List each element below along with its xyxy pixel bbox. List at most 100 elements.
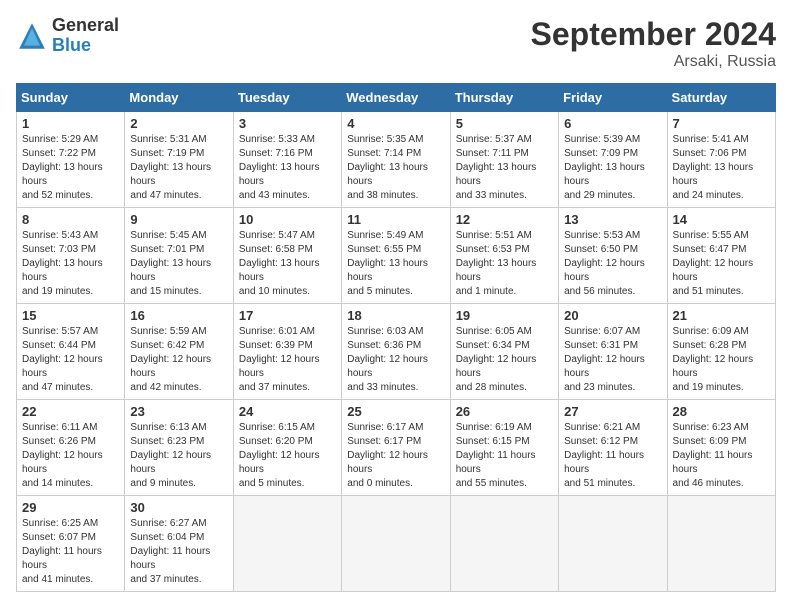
day-info: Sunrise: 5:37 AMSunset: 7:11 PMDaylight:… [456, 133, 553, 203]
calendar-week-row: 1 Sunrise: 5:29 AMSunset: 7:22 PMDaylight… [17, 112, 776, 208]
calendar-week-row: 29 Sunrise: 6:25 AMSunset: 6:07 PMDayligh… [17, 496, 776, 592]
day-number: 25 [347, 404, 444, 419]
calendar-table: Sunday Monday Tuesday Wednesday Thursday… [16, 83, 776, 592]
day-info: Sunrise: 6:23 AMSunset: 6:09 PMDaylight:… [673, 421, 770, 491]
col-wednesday: Wednesday [342, 84, 450, 112]
day-number: 18 [347, 308, 444, 323]
logo: General Blue [16, 16, 119, 56]
day-number: 12 [456, 212, 553, 227]
table-row: 8Sunrise: 5:43 AMSunset: 7:03 PMDaylight… [17, 208, 125, 304]
table-row: 4 Sunrise: 5:35 AMSunset: 7:14 PMDaylight… [342, 112, 450, 208]
table-row: 28 Sunrise: 6:23 AMSunset: 6:09 PMDayligh… [667, 400, 775, 496]
table-row: 21 Sunrise: 6:09 AMSunset: 6:28 PMDayligh… [667, 304, 775, 400]
day-info: Sunrise: 6:09 AMSunset: 6:28 PMDaylight:… [673, 325, 770, 395]
day-number: 23 [130, 404, 227, 419]
table-row: 13 Sunrise: 5:53 AMSunset: 6:50 PMDayligh… [559, 208, 667, 304]
day-number: 27 [564, 404, 661, 419]
logo-icon [16, 20, 48, 52]
table-row: 22 Sunrise: 6:11 AMSunset: 6:26 PMDayligh… [17, 400, 125, 496]
day-number: 11 [347, 212, 444, 227]
day-number: 20 [564, 308, 661, 323]
day-number: 14 [673, 212, 770, 227]
table-row: 20 Sunrise: 6:07 AMSunset: 6:31 PMDayligh… [559, 304, 667, 400]
day-number: 26 [456, 404, 553, 419]
day-info: Sunrise: 6:13 AMSunset: 6:23 PMDaylight:… [130, 421, 227, 491]
logo-general-text: General [52, 15, 119, 35]
table-row: 10 Sunrise: 5:47 AMSunset: 6:58 PMDayligh… [233, 208, 341, 304]
table-row: 27 Sunrise: 6:21 AMSunset: 6:12 PMDayligh… [559, 400, 667, 496]
day-info: Sunrise: 6:11 AMSunset: 6:26 PMDaylight:… [22, 421, 119, 491]
table-row: 6Sunrise: 5:39 AMSunset: 7:09 PMDaylight… [559, 112, 667, 208]
table-row: 3 Sunrise: 5:33 AMSunset: 7:16 PMDaylight… [233, 112, 341, 208]
day-info: Sunrise: 6:03 AMSunset: 6:36 PMDaylight:… [347, 325, 444, 395]
day-number: 22 [22, 404, 119, 419]
table-row [667, 496, 775, 592]
day-info: Sunrise: 5:29 AMSunset: 7:22 PMDaylight:… [22, 133, 119, 203]
day-info: Sunrise: 5:43 AMSunset: 7:03 PMDaylight:… [22, 229, 119, 299]
day-info: Sunrise: 6:07 AMSunset: 6:31 PMDaylight:… [564, 325, 661, 395]
calendar-header-row: Sunday Monday Tuesday Wednesday Thursday… [17, 84, 776, 112]
day-number: 6 [564, 116, 661, 131]
day-number: 1 [22, 116, 119, 131]
day-number: 29 [22, 500, 119, 515]
day-info: Sunrise: 5:31 AMSunset: 7:19 PMDaylight:… [130, 133, 227, 203]
day-info: Sunrise: 6:17 AMSunset: 6:17 PMDaylight:… [347, 421, 444, 491]
col-saturday: Saturday [667, 84, 775, 112]
table-row: 7 Sunrise: 5:41 AMSunset: 7:06 PMDaylight… [667, 112, 775, 208]
day-info: Sunrise: 5:33 AMSunset: 7:16 PMDaylight:… [239, 133, 336, 203]
day-number: 19 [456, 308, 553, 323]
table-row: 19Sunrise: 6:05 AMSunset: 6:34 PMDayligh… [450, 304, 558, 400]
table-row: 17Sunrise: 6:01 AMSunset: 6:39 PMDayligh… [233, 304, 341, 400]
day-info: Sunrise: 5:41 AMSunset: 7:06 PMDaylight:… [673, 133, 770, 203]
calendar-week-row: 15 Sunrise: 5:57 AMSunset: 6:44 PMDayligh… [17, 304, 776, 400]
day-number: 13 [564, 212, 661, 227]
day-number: 10 [239, 212, 336, 227]
day-number: 24 [239, 404, 336, 419]
day-info: Sunrise: 5:47 AMSunset: 6:58 PMDaylight:… [239, 229, 336, 299]
table-row: 12Sunrise: 5:51 AMSunset: 6:53 PMDayligh… [450, 208, 558, 304]
location: Arsaki, Russia [531, 53, 776, 71]
col-sunday: Sunday [17, 84, 125, 112]
day-info: Sunrise: 6:19 AMSunset: 6:15 PMDaylight:… [456, 421, 553, 491]
day-info: Sunrise: 5:53 AMSunset: 6:50 PMDaylight:… [564, 229, 661, 299]
day-number: 17 [239, 308, 336, 323]
day-info: Sunrise: 6:21 AMSunset: 6:12 PMDaylight:… [564, 421, 661, 491]
table-row: 29 Sunrise: 6:25 AMSunset: 6:07 PMDayligh… [17, 496, 125, 592]
day-info: Sunrise: 5:57 AMSunset: 6:44 PMDaylight:… [22, 325, 119, 395]
day-number: 15 [22, 308, 119, 323]
logo-blue-text: Blue [52, 35, 91, 55]
table-row: 2 Sunrise: 5:31 AMSunset: 7:19 PMDaylight… [125, 112, 233, 208]
col-monday: Monday [125, 84, 233, 112]
day-number: 21 [673, 308, 770, 323]
day-info: Sunrise: 6:27 AMSunset: 6:04 PMDaylight:… [130, 517, 227, 587]
col-thursday: Thursday [450, 84, 558, 112]
day-number: 9 [130, 212, 227, 227]
table-row: 14Sunrise: 5:55 AMSunset: 6:47 PMDayligh… [667, 208, 775, 304]
table-row: 5 Sunrise: 5:37 AMSunset: 7:11 PMDaylight… [450, 112, 558, 208]
day-number: 7 [673, 116, 770, 131]
day-info: Sunrise: 5:49 AMSunset: 6:55 PMDaylight:… [347, 229, 444, 299]
table-row: 26 Sunrise: 6:19 AMSunset: 6:15 PMDayligh… [450, 400, 558, 496]
table-row: 11 Sunrise: 5:49 AMSunset: 6:55 PMDayligh… [342, 208, 450, 304]
day-number: 2 [130, 116, 227, 131]
table-row: 24Sunrise: 6:15 AMSunset: 6:20 PMDayligh… [233, 400, 341, 496]
page-header: General Blue September 2024 Arsaki, Russ… [16, 16, 776, 71]
day-info: Sunrise: 5:35 AMSunset: 7:14 PMDaylight:… [347, 133, 444, 203]
table-row: 1 Sunrise: 5:29 AMSunset: 7:22 PMDaylight… [17, 112, 125, 208]
day-info: Sunrise: 5:59 AMSunset: 6:42 PMDaylight:… [130, 325, 227, 395]
title-block: September 2024 Arsaki, Russia [531, 16, 776, 71]
day-number: 28 [673, 404, 770, 419]
day-number: 3 [239, 116, 336, 131]
month-title: September 2024 [531, 16, 776, 53]
table-row: 23 Sunrise: 6:13 AMSunset: 6:23 PMDayligh… [125, 400, 233, 496]
table-row [559, 496, 667, 592]
day-number: 5 [456, 116, 553, 131]
col-tuesday: Tuesday [233, 84, 341, 112]
table-row: 16Sunrise: 5:59 AMSunset: 6:42 PMDayligh… [125, 304, 233, 400]
col-friday: Friday [559, 84, 667, 112]
day-info: Sunrise: 6:25 AMSunset: 6:07 PMDaylight:… [22, 517, 119, 587]
day-number: 4 [347, 116, 444, 131]
table-row: 9Sunrise: 5:45 AMSunset: 7:01 PMDaylight… [125, 208, 233, 304]
table-row: 25 Sunrise: 6:17 AMSunset: 6:17 PMDayligh… [342, 400, 450, 496]
table-row [342, 496, 450, 592]
